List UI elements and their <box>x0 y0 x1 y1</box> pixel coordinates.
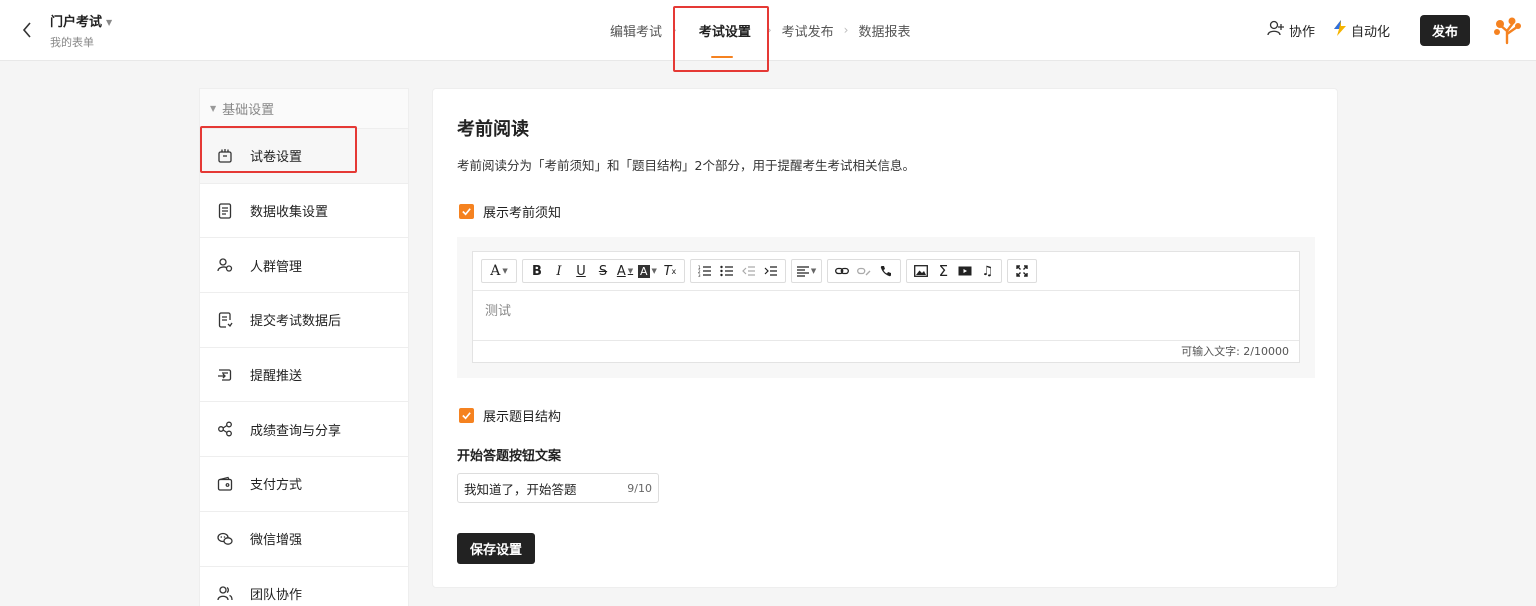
step-exam-settings[interactable]: 考试设置 <box>677 0 767 60</box>
video-icon[interactable] <box>954 260 976 282</box>
sidebar-item-label: 数据收集设置 <box>250 205 329 221</box>
editor-toolbar: A ▼ B I U S A ▼ A ▼ Tx 123 ▼ Σ ♫ <box>473 252 1299 291</box>
people-icon <box>216 256 234 274</box>
team-icon <box>216 584 234 602</box>
form-title-text: 门户考试 <box>50 15 103 30</box>
sidebar-item-data-collection[interactable]: 数据收集设置 <box>200 184 408 239</box>
bullet-list-icon[interactable] <box>716 260 738 282</box>
sidebar-item-label: 试卷设置 <box>250 150 303 166</box>
notice-editor-container: A ▼ B I U S A ▼ A ▼ Tx 123 ▼ Σ ♫ 测试 可输入文… <box>457 237 1315 378</box>
sidebar-item-reminder-push[interactable]: 提醒推送 <box>200 348 408 403</box>
checkbox-checked-icon <box>459 204 474 219</box>
step-nav: 编辑考试 › 考试设置 › 考试发布 › 数据报表 <box>600 0 921 60</box>
add-user-icon <box>1267 20 1285 40</box>
music-icon[interactable]: ♫ <box>976 260 998 282</box>
clear-format-icon[interactable]: Tx <box>659 260 681 282</box>
image-icon[interactable] <box>910 260 932 282</box>
top-header: 门户考试 ▼ 我的表单 编辑考试 › 考试设置 › 考试发布 › 数据报表 协作 … <box>0 0 1536 72</box>
link-group <box>827 259 902 283</box>
sidebar-item-label: 成绩查询与分享 <box>250 423 342 439</box>
strikethrough-icon[interactable]: S <box>592 260 614 282</box>
sidebar-item-wechat[interactable]: 微信增强 <box>200 512 408 567</box>
show-notice-checkbox[interactable]: 展示考前须知 <box>459 202 561 221</box>
sidebar-item-team[interactable]: 团队协作 <box>200 567 408 606</box>
unlink-icon[interactable] <box>853 260 875 282</box>
wechat-icon <box>216 530 234 548</box>
submit-doc-icon <box>216 311 234 329</box>
publish-button[interactable]: 发布 <box>1419 14 1470 46</box>
checkbox-checked-icon <box>459 408 474 423</box>
back-arrow-icon[interactable] <box>16 18 38 42</box>
media-group: Σ ♫ <box>906 259 1003 283</box>
italic-icon[interactable]: I <box>548 260 570 282</box>
sidebar-group-basic[interactable]: ▼ 基础设置 <box>200 89 408 129</box>
form-subtitle: 我的表单 <box>50 36 94 49</box>
collab-button[interactable]: 协作 <box>1267 20 1315 40</box>
sidebar-item-payment[interactable]: 支付方式 <box>200 457 408 512</box>
align-icon[interactable]: ▼ <box>795 260 818 282</box>
sidebar-item-paper-settings[interactable]: 试卷设置 <box>200 129 408 184</box>
automation-button[interactable]: 自动化 <box>1333 20 1390 40</box>
wallet-icon <box>216 475 234 493</box>
sidebar-group-label: 基础设置 <box>222 103 275 118</box>
step-exam-publish[interactable]: 考试发布 <box>772 0 844 60</box>
font-size-icon[interactable]: A ▼ <box>488 260 510 282</box>
outdent-icon[interactable] <box>738 260 760 282</box>
settings-panel: 考前阅读 考前阅读分为「考前须知」和「题目结构」2个部分，用于提醒考生考试相关信… <box>432 88 1338 588</box>
bold-icon[interactable]: B <box>526 260 548 282</box>
sidebar-item-label: 人群管理 <box>250 259 303 275</box>
editor-content[interactable]: 测试 <box>485 300 511 319</box>
show-structure-checkbox[interactable]: 展示题目结构 <box>459 406 561 425</box>
underline-icon[interactable]: U <box>570 260 592 282</box>
font-color-icon[interactable]: A ▼ <box>614 260 636 282</box>
indent-icon[interactable] <box>760 260 782 282</box>
phone-icon[interactable] <box>875 260 897 282</box>
format-group: B I U S A ▼ A ▼ Tx <box>522 259 685 283</box>
sidebar-item-people-management[interactable]: 人群管理 <box>200 238 408 294</box>
automation-label: 自动化 <box>1350 24 1390 40</box>
caret-down-icon: ▼ <box>210 104 217 113</box>
link-icon[interactable] <box>831 260 853 282</box>
input-char-count: 9/10 <box>627 481 652 495</box>
paper-settings-icon <box>216 147 234 165</box>
form-title[interactable]: 门户考试 ▼ <box>50 11 112 30</box>
fullscreen-group <box>1007 259 1038 283</box>
sidebar-item-label: 提交考试数据后 <box>250 314 342 330</box>
show-structure-label: 展示题目结构 <box>483 410 562 425</box>
settings-sidebar: ▼ 基础设置 试卷设置 数据收集设置 人群管理 提交考试数据后 提醒推送 成绩查… <box>199 88 409 606</box>
rich-text-editor: A ▼ B I U S A ▼ A ▼ Tx 123 ▼ Σ ♫ 测试 可输入文… <box>472 251 1300 363</box>
fullscreen-icon[interactable] <box>1011 260 1033 282</box>
sidebar-item-score-share[interactable]: 成绩查询与分享 <box>200 402 408 458</box>
step-edit-exam[interactable]: 编辑考试 <box>600 0 672 60</box>
sidebar-item-label: 提醒推送 <box>250 369 303 385</box>
start-button-text-label: 开始答题按钮文案 <box>457 449 562 464</box>
start-button-text-input[interactable] <box>464 480 619 496</box>
font-group: A ▼ <box>481 259 517 283</box>
push-icon <box>216 366 234 384</box>
background-color-icon[interactable]: A ▼ <box>636 260 659 282</box>
start-button-text-field[interactable]: 9/10 <box>457 473 659 503</box>
section-description: 考前阅读分为「考前须知」和「题目结构」2个部分，用于提醒考生考试相关信息。 <box>457 158 915 173</box>
ordered-list-icon[interactable]: 123 <box>694 260 716 282</box>
step-data-report[interactable]: 数据报表 <box>848 0 920 60</box>
show-notice-label: 展示考前须知 <box>483 206 562 221</box>
align-group: ▼ <box>790 259 823 283</box>
sidebar-item-label: 微信增强 <box>250 533 303 549</box>
brand-logo-icon[interactable] <box>1492 15 1522 45</box>
document-icon <box>216 202 234 220</box>
header-actions: 协作 自动化 发布 <box>1249 14 1522 46</box>
sidebar-item-label: 支付方式 <box>250 478 303 494</box>
save-settings-button[interactable]: 保存设置 <box>457 533 536 564</box>
collab-label: 协作 <box>1288 24 1315 40</box>
caret-down-icon: ▼ <box>106 18 113 27</box>
share-icon <box>216 420 234 438</box>
sidebar-item-label: 团队协作 <box>250 587 303 603</box>
section-title: 考前阅读 <box>457 119 529 140</box>
list-group: 123 <box>689 259 786 283</box>
editor-char-counter: 可输入文字: 2/10000 <box>473 340 1299 362</box>
sidebar-item-after-submit[interactable]: 提交考试数据后 <box>200 293 408 348</box>
svg-text:3: 3 <box>698 273 701 277</box>
lightning-icon <box>1333 20 1347 40</box>
formula-icon[interactable]: Σ <box>932 260 954 282</box>
